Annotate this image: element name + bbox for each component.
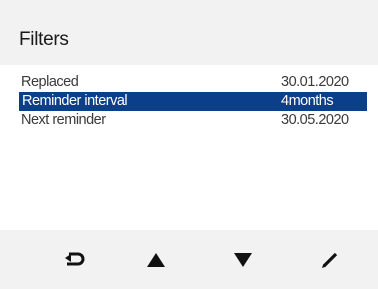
list-item-label: Next reminder	[21, 112, 106, 128]
list-item-reminder-interval[interactable]: Reminder interval 4months	[19, 92, 367, 111]
edit-button[interactable]	[300, 230, 360, 289]
arrow-up-icon	[147, 252, 165, 267]
list-item-label: Replaced	[21, 74, 79, 90]
list-item-next-reminder[interactable]: Next reminder 30.05.2020	[19, 111, 367, 130]
down-button[interactable]	[213, 230, 273, 289]
back-arrow-icon	[65, 252, 85, 265]
edit-pencil-icon	[322, 252, 338, 268]
bottom-toolbar	[0, 230, 378, 289]
filters-screen: Filters Replaced 30.01.2020 Reminder int…	[0, 0, 378, 289]
settings-list: Replaced 30.01.2020 Reminder interval 4m…	[0, 73, 378, 130]
list-item-value: 4months	[281, 93, 334, 109]
page-title: Filters	[19, 29, 69, 50]
up-button[interactable]	[126, 230, 186, 289]
header-bar: Filters	[0, 0, 378, 65]
arrow-down-icon	[234, 252, 252, 267]
list-item-value: 30.01.2020	[281, 74, 349, 90]
list-item-replaced[interactable]: Replaced 30.01.2020	[19, 73, 367, 92]
list-item-value: 30.05.2020	[281, 112, 349, 128]
list-item-label: Reminder interval	[22, 93, 128, 109]
back-button[interactable]	[45, 230, 105, 289]
